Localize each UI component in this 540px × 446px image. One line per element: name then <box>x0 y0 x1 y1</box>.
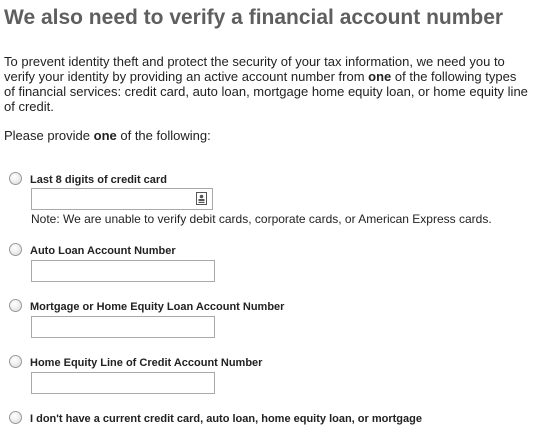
mortgage-input[interactable] <box>31 316 215 338</box>
intro-paragraph: To prevent identity theft and protect th… <box>4 54 530 114</box>
credit-card-label[interactable]: Last 8 digits of credit card <box>30 174 167 187</box>
instruction-text: Please provide one of the following: <box>4 128 211 143</box>
auto-loan-input[interactable] <box>31 260 215 282</box>
instruction-text-start: Please provide <box>4 128 94 143</box>
credit-card-input[interactable] <box>31 188 213 210</box>
page-title: We also need to verify a financial accou… <box>4 6 504 29</box>
credit-card-note: Note: We are unable to verify debit card… <box>31 212 492 226</box>
no-account-radio[interactable] <box>9 411 22 424</box>
heloc-label[interactable]: Home Equity Line of Credit Account Numbe… <box>30 357 262 370</box>
heloc-input[interactable] <box>31 372 215 394</box>
contact-card-icon <box>196 192 207 205</box>
no-account-label[interactable]: I don't have a current credit card, auto… <box>30 413 422 426</box>
mortgage-radio[interactable] <box>9 299 22 312</box>
intro-emphasis: one <box>368 69 392 84</box>
instruction-emphasis: one <box>93 128 117 143</box>
mortgage-label[interactable]: Mortgage or Home Equity Loan Account Num… <box>30 301 284 314</box>
credit-card-radio[interactable] <box>9 172 22 185</box>
heloc-radio[interactable] <box>9 355 22 368</box>
credit-card-field-wrapper <box>31 188 213 210</box>
instruction-text-end: of the following: <box>116 128 211 143</box>
auto-loan-radio[interactable] <box>9 243 22 256</box>
auto-loan-label[interactable]: Auto Loan Account Number <box>30 245 176 258</box>
